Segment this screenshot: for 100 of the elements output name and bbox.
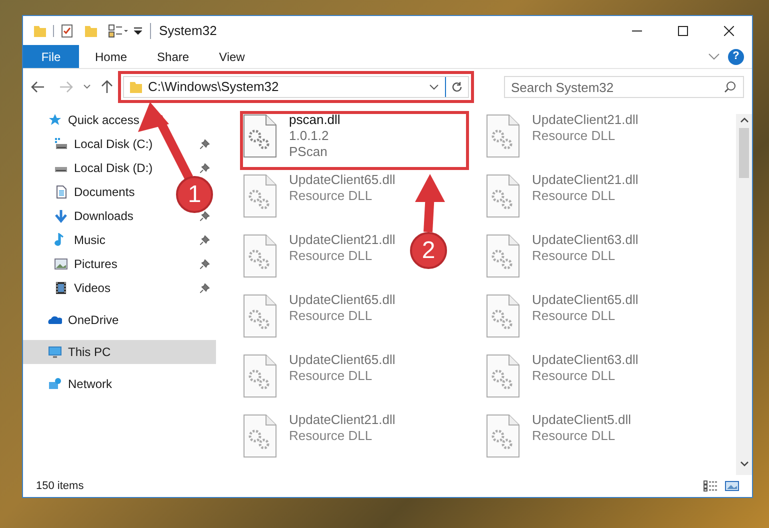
callout-arrow bbox=[415, 174, 445, 232]
view-options-icon[interactable] bbox=[108, 24, 128, 38]
customize-toolbar-icon[interactable] bbox=[134, 26, 142, 34]
file-detail: PScan bbox=[289, 144, 328, 160]
dropdown-caret-icon[interactable] bbox=[429, 84, 439, 90]
file-tile[interactable]: UpdateClient63.dll Resource DLL bbox=[483, 231, 646, 290]
window-title: System32 bbox=[159, 22, 217, 40]
file-detail: Resource DLL bbox=[532, 128, 616, 144]
file-detail: Resource DLL bbox=[289, 308, 374, 324]
pin-icon[interactable] bbox=[200, 259, 210, 269]
help-button[interactable]: ? bbox=[728, 48, 744, 64]
file-detail: Resource DLL bbox=[289, 248, 374, 264]
file-name: UpdateClient21.dll bbox=[532, 112, 638, 128]
file-name: pscan.dll bbox=[289, 112, 340, 128]
close-icon bbox=[724, 26, 734, 36]
file-name: UpdateClient65.dll bbox=[289, 172, 396, 188]
properties-check-icon[interactable] bbox=[60, 24, 74, 38]
settings-file-icon bbox=[243, 174, 277, 218]
large-icons-view-icon[interactable] bbox=[725, 480, 739, 492]
sidebar-item[interactable]: Pictures bbox=[23, 252, 122, 276]
pin-icon[interactable] bbox=[200, 235, 210, 245]
file-name: UpdateClient21.dll bbox=[289, 232, 396, 248]
file-name: UpdateClient21.dll bbox=[289, 412, 396, 428]
file-tile[interactable]: UpdateClient65.dll Resource DLL bbox=[240, 291, 402, 350]
file-tile[interactable]: UpdateClient63.dll Resource DLL bbox=[483, 351, 646, 410]
file-name: UpdateClient65.dll bbox=[289, 352, 396, 368]
sidebar-item[interactable]: Network bbox=[23, 372, 116, 396]
file-tile[interactable]: UpdateClient65.dll Resource DLL bbox=[483, 291, 646, 350]
up-arrow-icon[interactable] bbox=[101, 80, 113, 94]
settings-file-icon bbox=[243, 114, 277, 158]
file-name: UpdateClient65.dll bbox=[532, 292, 638, 308]
file-detail: Resource DLL bbox=[532, 368, 616, 384]
file-tile[interactable]: UpdateClient65.dll Resource DLL bbox=[240, 351, 402, 410]
sidebar-item[interactable]: Local Disk (C:) bbox=[23, 132, 157, 156]
file-detail: Resource DLL bbox=[532, 428, 616, 444]
file-tile[interactable]: UpdateClient21.dll Resource DLL bbox=[483, 111, 646, 170]
film-icon bbox=[54, 281, 68, 295]
settings-file-icon bbox=[486, 174, 520, 218]
settings-file-icon bbox=[243, 414, 277, 458]
file-tile[interactable]: UpdateClient5.dll Resource DLL bbox=[483, 411, 638, 470]
sidebar-item[interactable]: Music bbox=[23, 228, 110, 252]
address-path: C:\Windows\System32 bbox=[148, 78, 279, 96]
ribbon-tab[interactable]: Share bbox=[143, 45, 204, 68]
back-arrow-icon[interactable] bbox=[31, 80, 45, 92]
pin-icon[interactable] bbox=[200, 211, 210, 221]
settings-file-icon bbox=[243, 294, 277, 338]
file-tile[interactable]: UpdateClient21.dll Resource DLL bbox=[240, 231, 402, 290]
settings-file-icon bbox=[243, 234, 277, 278]
file-tile[interactable]: UpdateClient21.dll Resource DLL bbox=[483, 171, 646, 230]
file-tile[interactable]: pscan.dll 1.0.1.2 PScan bbox=[240, 111, 469, 170]
search-field[interactable]: Search System32 bbox=[504, 76, 744, 98]
star-icon bbox=[48, 113, 62, 127]
scroll-down-icon[interactable] bbox=[740, 461, 748, 467]
vertical-scrollbar[interactable] bbox=[736, 114, 752, 475]
pin-icon[interactable] bbox=[200, 163, 210, 173]
file-name: UpdateClient21.dll bbox=[532, 172, 638, 188]
document-icon bbox=[54, 185, 68, 199]
settings-file-icon bbox=[486, 114, 520, 158]
file-detail: 1.0.1.2 bbox=[289, 128, 330, 144]
expand-ribbon-chevron-icon[interactable] bbox=[708, 52, 720, 60]
sidebar-item[interactable]: Local Disk (D:) bbox=[23, 156, 157, 180]
pin-icon[interactable] bbox=[200, 139, 210, 149]
maximize-icon bbox=[678, 26, 688, 36]
file-name: UpdateClient5.dll bbox=[532, 412, 632, 428]
sidebar-item[interactable]: Videos bbox=[23, 276, 114, 300]
pin-icon[interactable] bbox=[200, 283, 210, 293]
recent-locations-caret-icon[interactable] bbox=[83, 84, 91, 90]
settings-file-icon bbox=[486, 354, 520, 398]
file-name: UpdateClient65.dll bbox=[289, 292, 396, 308]
refresh-icon[interactable] bbox=[451, 80, 463, 92]
sidebar-item[interactable]: Downloads bbox=[23, 204, 138, 228]
drive-icon bbox=[54, 137, 68, 151]
file-detail: Resource DLL bbox=[532, 188, 616, 204]
file-tile[interactable]: UpdateClient65.dll Resource DLL bbox=[240, 171, 402, 230]
network-icon bbox=[48, 377, 62, 391]
file-detail: Resource DLL bbox=[532, 248, 616, 264]
settings-file-icon bbox=[486, 414, 520, 458]
ribbon-tab[interactable]: View bbox=[205, 45, 259, 68]
scroll-up-icon[interactable] bbox=[740, 117, 748, 123]
scrollbar-thumb[interactable] bbox=[739, 128, 749, 178]
picture-icon bbox=[54, 257, 68, 271]
download-arrow-icon bbox=[54, 209, 68, 223]
sidebar-item[interactable]: Documents bbox=[23, 180, 139, 204]
item-count: 150 items bbox=[36, 478, 84, 494]
sidebar-item[interactable]: This PC bbox=[23, 340, 216, 364]
folder-icon bbox=[129, 80, 143, 94]
file-tile[interactable]: UpdateClient21.dll Resource DLL bbox=[240, 411, 402, 470]
file-detail: Resource DLL bbox=[289, 368, 374, 384]
ribbon-tab[interactable]: Home bbox=[81, 45, 142, 68]
settings-file-icon bbox=[243, 354, 277, 398]
settings-file-icon bbox=[486, 234, 520, 278]
sidebar-item[interactable]: Quick access bbox=[23, 108, 144, 132]
file-detail: Resource DLL bbox=[289, 188, 374, 204]
monitor-icon bbox=[48, 345, 62, 359]
details-view-icon[interactable] bbox=[703, 480, 719, 492]
file-name: UpdateClient63.dll bbox=[532, 232, 638, 248]
file-menu-button[interactable]: File bbox=[23, 45, 79, 68]
settings-file-icon bbox=[486, 294, 520, 338]
sidebar-item[interactable]: OneDrive bbox=[23, 308, 123, 332]
file-detail: Resource DLL bbox=[532, 308, 616, 324]
